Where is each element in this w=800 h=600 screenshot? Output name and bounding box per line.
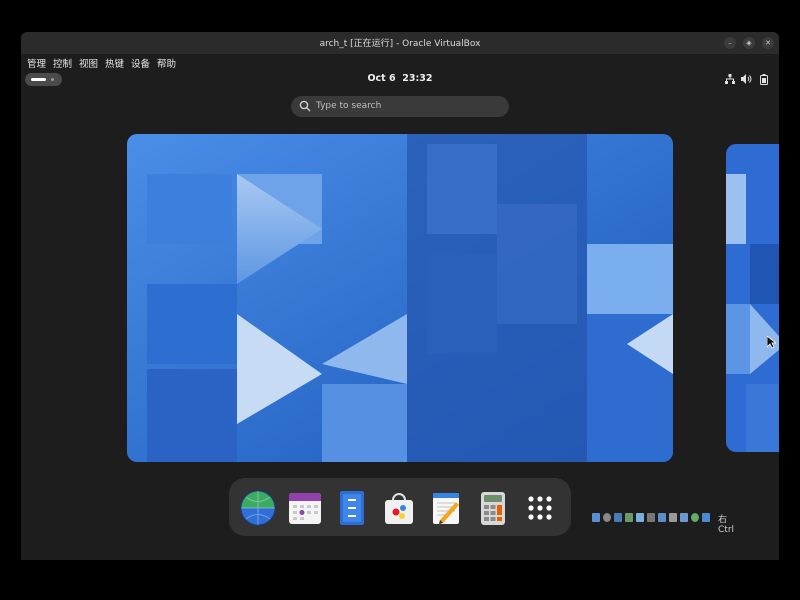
- dash: [229, 478, 571, 536]
- files-app[interactable]: [334, 490, 370, 526]
- workspace-thumbnail-next[interactable]: [726, 144, 779, 452]
- mouse-integration-icon[interactable]: [702, 513, 710, 522]
- calendar-icon: [289, 493, 321, 524]
- gnome-top-bar: Oct 6 23:32: [21, 70, 779, 90]
- search-icon: [299, 100, 311, 112]
- maximize-button[interactable]: ◈: [743, 37, 755, 49]
- software-store-icon: [385, 493, 413, 524]
- clock[interactable]: Oct 6 23:32: [21, 73, 779, 84]
- optical-drive-icon[interactable]: [603, 513, 611, 522]
- menu-view[interactable]: 视图: [79, 56, 98, 70]
- virtualbox-window: arch_t [正在运行] - Oracle VirtualBox – ◈ ✕ …: [21, 32, 779, 560]
- recording-icon[interactable]: [669, 513, 677, 522]
- mouse-cursor-icon: [766, 334, 778, 353]
- cpu-icon[interactable]: [680, 513, 688, 522]
- volume-icon[interactable]: [741, 74, 752, 87]
- menu-hotkeys[interactable]: 热键: [105, 56, 124, 70]
- hard-disk-icon[interactable]: [592, 513, 600, 522]
- calculator-icon: [481, 492, 505, 525]
- web-browser-app[interactable]: [240, 490, 276, 526]
- battery-icon[interactable]: [760, 74, 768, 88]
- calendar-app[interactable]: [287, 490, 323, 526]
- app-grid-icon: [528, 496, 552, 520]
- audio-icon[interactable]: [614, 513, 622, 522]
- menu-control[interactable]: 控制: [53, 56, 72, 70]
- menu-bar: 管理 控制 视图 热键 设备 帮助: [21, 54, 779, 70]
- close-button[interactable]: ✕: [762, 37, 774, 49]
- calculator-app[interactable]: [475, 490, 511, 526]
- minimize-button[interactable]: –: [724, 37, 736, 49]
- network-adapter-icon[interactable]: [625, 513, 633, 522]
- search-field[interactable]: Type to search: [291, 96, 509, 117]
- menu-manage[interactable]: 管理: [27, 56, 46, 70]
- display-icon[interactable]: [658, 513, 666, 522]
- shared-folders-icon[interactable]: [647, 513, 655, 522]
- clock-time: 23:32: [402, 73, 433, 84]
- clock-date: Oct 6: [367, 73, 396, 84]
- text-editor-icon: [433, 493, 459, 524]
- window-title: arch_t [正在运行] - Oracle VirtualBox: [319, 39, 481, 49]
- web-browser-icon: [240, 490, 276, 526]
- files-icon: [340, 491, 364, 525]
- show-apps-button[interactable]: [522, 490, 558, 526]
- desktop-wallpaper: [127, 134, 673, 462]
- menu-devices[interactable]: 设备: [131, 56, 150, 70]
- menu-help[interactable]: 帮助: [157, 56, 176, 70]
- search-placeholder: Type to search: [316, 101, 382, 111]
- text-editor-app[interactable]: [428, 490, 464, 526]
- next-workspace-wallpaper: [726, 144, 779, 452]
- usb-icon[interactable]: [636, 513, 644, 522]
- title-bar[interactable]: arch_t [正在运行] - Oracle VirtualBox – ◈ ✕: [21, 32, 779, 54]
- network-icon[interactable]: [725, 74, 735, 87]
- host-key-label[interactable]: 右 Ctrl: [718, 512, 734, 535]
- workspace-thumbnail-current[interactable]: [127, 134, 673, 462]
- software-app[interactable]: [381, 490, 417, 526]
- guest-additions-icon[interactable]: [691, 513, 699, 522]
